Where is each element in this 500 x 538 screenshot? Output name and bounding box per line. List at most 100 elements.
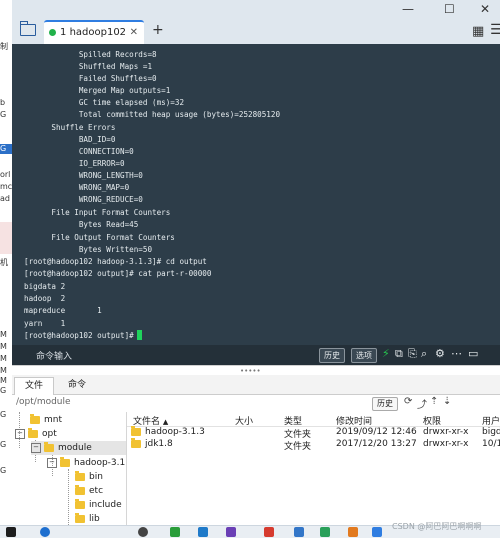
terminal-line: [root@hadoop102 output]# [24,331,139,340]
file-modified: 2017/12/20 13:27 [336,439,417,449]
tab-label: 1 hadoop102 [60,27,127,38]
folder-icon [75,484,85,495]
terminal-line: WRONG_LENGTH=0 [24,171,143,180]
tree-item-hadoop[interactable]: − hadoop-3.1 [47,456,125,470]
column-header-user[interactable]: 用户 [482,414,500,427]
history-button[interactable]: 历史 [319,348,345,363]
strip-text: 制 [0,42,8,51]
terminal-output[interactable]: Spilled Records=8 Shuffled Maps =1 Faile… [12,44,500,365]
terminal-line: Bytes Written=50 [24,245,153,254]
terminal-line: GC time elapsed (ms)=32 [24,98,185,107]
refresh-icon[interactable]: ⟳ [404,396,412,407]
terminal-line: Spilled Records=8 [24,50,157,59]
tree-connector [68,469,69,525]
paste-icon[interactable]: ⎘ [408,347,417,361]
tree-item-etc[interactable]: etc [75,484,103,498]
strip-text: M [0,342,7,351]
app-icon[interactable] [294,527,304,537]
file-row[interactable]: jdk1.8 文件夹 2017/12/20 13:27 drwxr-xr-x 1… [127,437,500,452]
file-modified: 2019/09/12 12:46 [336,427,417,437]
app-icon[interactable] [170,527,180,537]
folder-icon [75,470,85,481]
strip-highlight [0,222,12,254]
minimize-button[interactable]: — [402,2,414,16]
terminal-line: Shuffle Errors [24,123,116,132]
terminal-line: bigdata 2 [24,282,66,291]
file-name: jdk1.8 [131,437,173,449]
download-icon[interactable]: ⇣ [443,396,451,407]
app-icon[interactable] [198,527,208,537]
app-icon[interactable] [348,527,358,537]
command-input-bar[interactable]: 命令输入 历史 选项 ⚡ ⧉ ⎘ ⌕ ⚙ ⋯ ▭ [12,345,500,365]
strip-text: G [0,110,7,119]
terminal-line: WRONG_MAP=0 [24,183,130,192]
grid-layout-icon[interactable]: ▦ [472,24,484,39]
copy-icon[interactable]: ⧉ [395,347,403,361]
terminal-line: Bytes Read=45 [24,220,139,229]
folder-icon [28,427,38,438]
tree-item-mnt[interactable]: mnt [30,413,62,427]
tab-files[interactable]: 文件 [14,377,55,395]
tree-item-lib[interactable]: lib [75,512,100,525]
menu-icon[interactable]: ☰ [490,22,500,38]
column-header-size[interactable]: 大小 [235,414,253,427]
terminal-line: CONNECTION=0 [24,147,134,156]
strip-text: G [0,410,7,419]
directory-tree: mnt − opt − module − hadoop-3.1 bin etc inc… [12,412,127,525]
search-icon[interactable]: ⌕ [421,347,427,361]
app-icon[interactable] [372,527,382,537]
tree-item-opt[interactable]: − opt [15,427,57,441]
file-list-header: 文件名 ▲ 大小 类型 修改时间 权限 用户 [127,414,500,427]
tree-item-bin[interactable]: bin [75,470,103,484]
terminal-line: mapreduce 1 [24,306,102,315]
browser-icon[interactable] [40,527,50,537]
upload-icon[interactable]: ⇡ [430,396,438,407]
app-icon[interactable] [226,527,236,537]
path-history-button[interactable]: 历史 [372,397,398,411]
strip-text: orl [0,170,11,179]
fullscreen-icon[interactable]: ▭ [468,347,478,360]
up-dir-icon[interactable]: ⤴ [417,396,427,411]
terminal-line: yarn 1 [24,319,66,328]
tab-close-icon[interactable]: ✕ [130,22,138,44]
folder-icon [60,456,70,467]
tree-item-include[interactable]: include [75,498,122,512]
avatar-icon[interactable] [138,527,148,537]
file-list: 文件名 ▲ 大小 类型 修改时间 权限 用户 hadoop-3.1.3 文件夹 … [127,412,500,525]
terminal-line: BAD_ID=0 [24,135,116,144]
terminal-line: IO_ERROR=0 [24,159,125,168]
tab-commands[interactable]: 命令 [58,377,96,394]
lightning-icon[interactable]: ⚡ [382,347,390,360]
collapse-icon[interactable]: − [47,457,57,468]
gear-icon[interactable]: ⚙ [435,347,445,360]
strip-text: G [0,386,7,395]
strip-text: M [0,330,7,339]
new-tab-button[interactable]: + [152,22,164,38]
start-icon[interactable] [6,527,16,537]
collapse-icon[interactable]: − [31,442,41,453]
file-row[interactable]: hadoop-3.1.3 文件夹 2019/09/12 12:46 drwxr-… [127,425,500,440]
tab-session[interactable]: 1 hadoop102 ✕ [44,20,144,44]
splitter-grip-icon[interactable]: ••••• [240,367,261,375]
collapse-icon[interactable]: − [15,428,25,439]
folder-icon[interactable] [20,21,36,36]
column-header-permission[interactable]: 权限 [423,414,441,427]
column-header-name[interactable]: 文件名 ▲ [133,414,168,427]
tree-item-module[interactable]: − module [31,441,126,455]
folder-icon [75,498,85,509]
more-icon[interactable]: ⋯ [451,347,462,360]
command-input-label[interactable]: 命令输入 [36,349,72,362]
column-header-modified[interactable]: 修改时间 [336,414,372,427]
options-button[interactable]: 选项 [351,348,377,363]
terminal-line: hadoop 2 [24,294,66,303]
close-button[interactable]: ✕ [480,2,490,16]
strip-text: G [0,440,7,449]
strip-text: M [0,354,7,363]
path-input[interactable]: /opt/module [16,397,71,407]
app-icon[interactable] [264,527,274,537]
app-icon[interactable] [320,527,330,537]
terminal-line: Shuffled Maps =1 [24,62,153,71]
column-header-type[interactable]: 类型 [284,414,302,427]
maximize-button[interactable]: ☐ [444,2,455,16]
strip-text: ad [0,194,10,203]
